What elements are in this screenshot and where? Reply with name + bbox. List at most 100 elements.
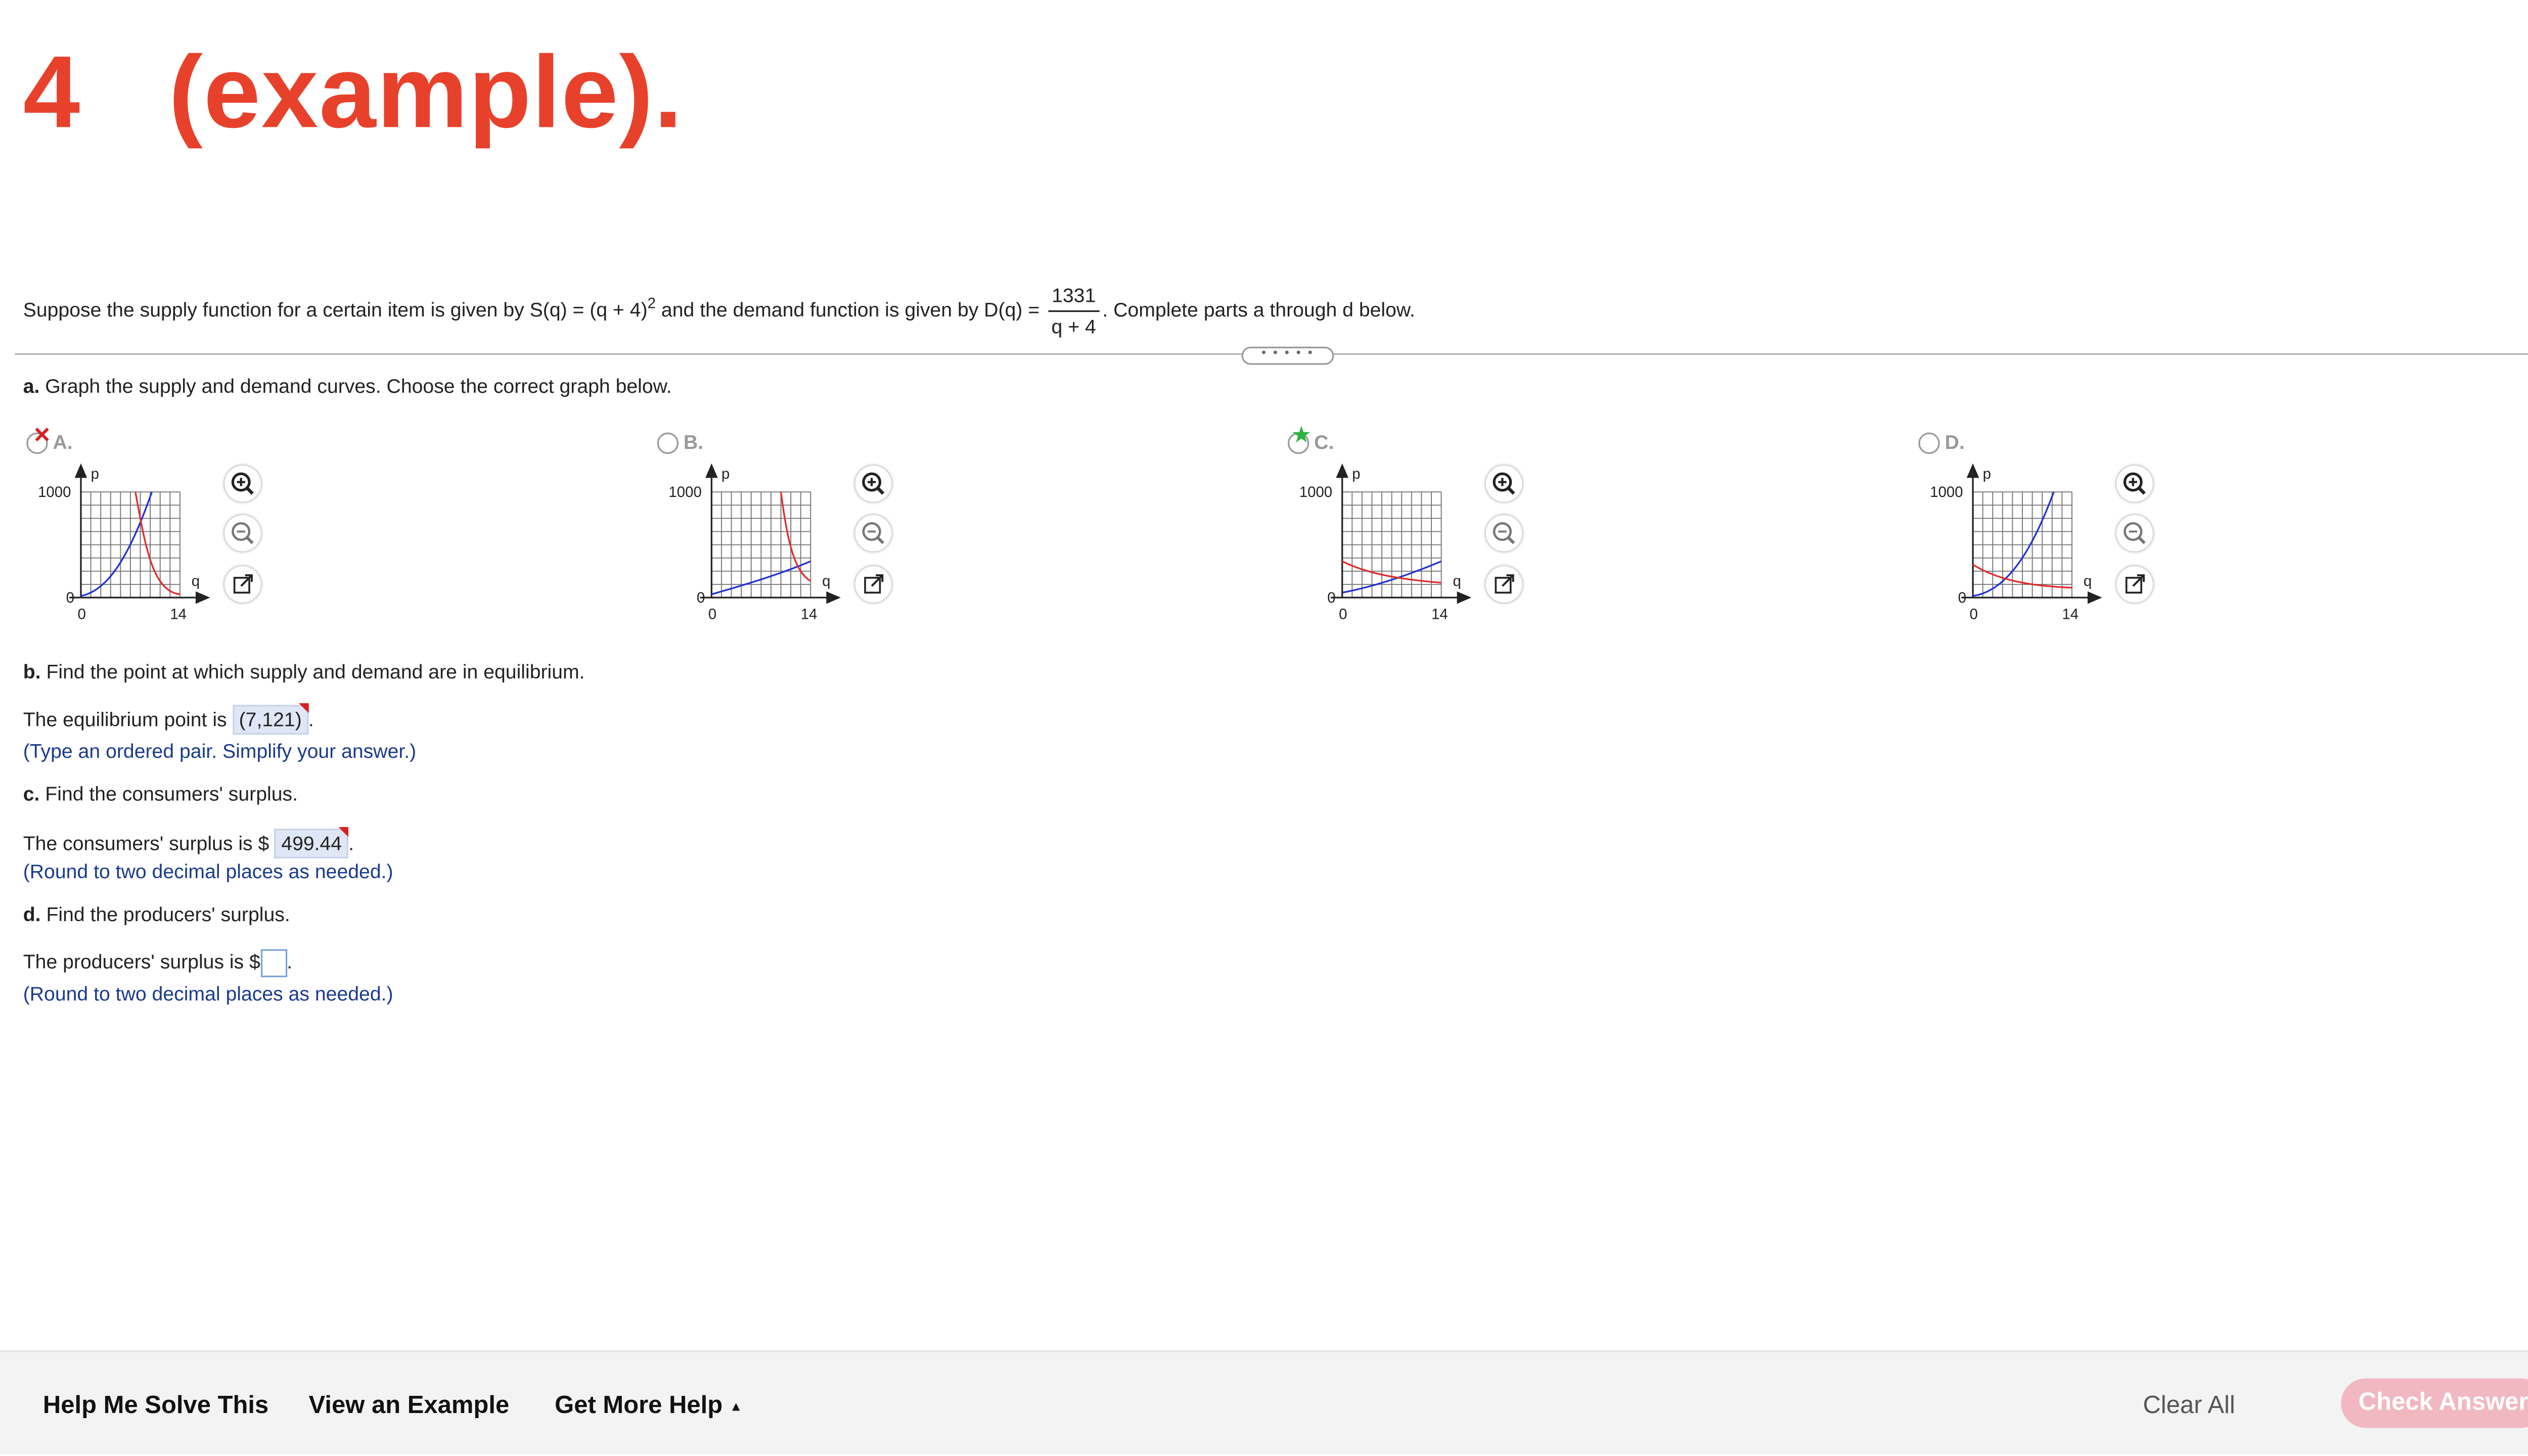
part-d-answer-suffix: . <box>287 950 293 974</box>
p-axis-label: p <box>721 466 730 482</box>
clear-all-button[interactable]: Clear All <box>2143 1392 2235 1420</box>
zoom-out-icon <box>2124 522 2146 544</box>
y-axis-zero-label: 0 <box>1327 589 1335 606</box>
part-b-label: b. <box>23 660 41 684</box>
consumers-surplus-answer-field[interactable]: 499.44 <box>275 827 349 858</box>
y-axis-zero-label: 0 <box>1958 589 1966 606</box>
popout-button[interactable] <box>855 566 892 603</box>
fraction-numerator: 1331 <box>1048 284 1099 312</box>
zoom-out-button[interactable] <box>855 515 892 552</box>
zoom-out-button[interactable] <box>224 515 261 552</box>
zoom-in-button[interactable] <box>1485 465 1522 502</box>
fraction-denominator: q + 4 <box>1051 315 1096 339</box>
graph-grid <box>711 491 811 598</box>
consumers-surplus-value: 499.44 <box>281 832 342 855</box>
get-more-help-button[interactable]: Get More Help ▲ <box>555 1392 743 1420</box>
y-axis-zero-label: 0 <box>697 589 705 606</box>
part-d-text: Find the producers' surplus. <box>40 903 290 926</box>
zoom-in-button[interactable] <box>224 465 261 502</box>
caret-up-icon: ▲ <box>729 1399 743 1414</box>
incorrect-flag-icon <box>298 703 308 713</box>
part-d-answer-prefix: The producers' surplus is $ <box>23 950 260 974</box>
option-c-graph: 1000 0 0 14 p q <box>1299 463 1472 622</box>
popout-icon <box>2125 574 2145 594</box>
part-b-prompt: b. Find the point at which supply and de… <box>23 660 585 684</box>
zoom-out-button[interactable] <box>2116 515 2153 552</box>
part-b-answer-prefix: The equilibrium point is <box>23 708 233 732</box>
part-d-hint: (Round to two decimal places as needed.) <box>23 982 393 1006</box>
popout-button[interactable] <box>2116 566 2153 603</box>
radio-icon[interactable] <box>1918 432 1940 454</box>
popout-icon <box>1495 574 1514 594</box>
option-letter: A. <box>53 431 73 454</box>
incorrect-flag-icon <box>338 827 349 837</box>
y-axis-zero-label: 0 <box>66 589 74 606</box>
option-letter: B. <box>683 431 704 454</box>
x-axis-max-label: 14 <box>1431 606 1448 622</box>
y-axis-max-label: 1000 <box>38 484 71 500</box>
get-more-help-label: Get More Help <box>555 1391 723 1420</box>
y-axis-max-label: 1000 <box>1930 484 1963 500</box>
part-c-text: Find the consumers' surplus. <box>39 782 298 806</box>
part-a-label: a. <box>23 375 40 398</box>
q-axis-label: q <box>822 573 830 589</box>
graph-axes <box>69 463 210 604</box>
check-answer-button[interactable]: Check Answer <box>2341 1378 2528 1428</box>
view-example-button[interactable]: View an Example <box>309 1392 510 1420</box>
option-d[interactable]: D. 1000 0 0 14 p q <box>1918 426 2414 632</box>
x-axis-zero-label: 0 <box>1970 606 1978 622</box>
part-c-answer-prefix: The consumers' surplus is $ <box>23 832 275 855</box>
y-axis-max-label: 1000 <box>668 484 701 500</box>
popout-icon <box>864 574 884 594</box>
part-b-answer-suffix: . <box>308 708 314 732</box>
x-axis-zero-label: 0 <box>77 606 85 622</box>
part-d-label: d. <box>23 903 41 926</box>
option-letter: D. <box>1945 431 1965 454</box>
zoom-in-button[interactable] <box>2116 465 2153 502</box>
option-letter: C. <box>1314 431 1334 454</box>
equilibrium-answer-field[interactable]: (7,121) <box>232 703 308 735</box>
x-axis-max-label: 14 <box>170 606 187 622</box>
part-b-answer-line: The equilibrium point is (7,121). <box>23 703 314 735</box>
option-a-graph: 1000 0 0 14 p q <box>38 463 210 622</box>
demand-fraction: 1331 q + 4 <box>1048 284 1099 339</box>
divider-handle[interactable]: • • • • • <box>1241 346 1334 365</box>
part-c-label: c. <box>23 782 40 806</box>
q-axis-label: q <box>1453 573 1461 589</box>
y-axis-max-label: 1000 <box>1299 484 1332 500</box>
zoom-in-icon <box>862 472 885 495</box>
equilibrium-answer-value: (7,121) <box>239 708 302 732</box>
zoom-in-button[interactable] <box>855 465 892 502</box>
option-a[interactable]: ✕ A. 1000 0 0 14 p q <box>26 422 522 632</box>
p-axis-label: p <box>91 466 99 482</box>
radio-icon[interactable] <box>657 432 679 454</box>
popout-button[interactable] <box>224 566 261 603</box>
part-c-answer-suffix: . <box>348 832 354 855</box>
option-c[interactable]: ★ C. 1000 0 0 14 p q <box>1287 421 1783 632</box>
x-axis-zero-label: 0 <box>1339 606 1347 622</box>
zoom-out-button[interactable] <box>1485 515 1522 552</box>
x-axis-max-label: 14 <box>801 606 818 622</box>
problem-exponent: 2 <box>647 295 656 312</box>
producers-surplus-input[interactable] <box>260 949 287 978</box>
part-a-prompt: a. Graph the supply and demand curves. C… <box>23 375 672 398</box>
part-c-answer-line: The consumers' surplus is $ 499.44. <box>23 827 354 858</box>
zoom-out-icon <box>1493 522 1515 544</box>
part-d-answer-line: The producers' surplus is $. <box>23 949 292 978</box>
correct-star-icon: ★ <box>1291 421 1312 447</box>
q-axis-label: q <box>2084 573 2092 589</box>
help-me-solve-button[interactable]: Help Me Solve This <box>43 1392 268 1420</box>
popout-button[interactable] <box>1485 566 1522 603</box>
zoom-out-icon <box>862 522 885 544</box>
part-b-text: Find the point at which supply and deman… <box>40 660 585 684</box>
part-d-prompt: d. Find the producers' surplus. <box>23 903 290 926</box>
footer-bar: Help Me Solve This View an Example Get M… <box>0 1350 2528 1454</box>
page-title: 4 (example). <box>23 36 684 151</box>
zoom-in-icon <box>1493 472 1515 495</box>
incorrect-x-icon: ✕ <box>33 422 51 447</box>
option-b[interactable]: B. 1000 0 0 14 p q <box>657 426 1153 632</box>
p-axis-label: p <box>1352 466 1360 482</box>
problem-text-before: Suppose the supply function for a certai… <box>23 298 648 322</box>
part-c-prompt: c. Find the consumers' surplus. <box>23 783 298 806</box>
zoom-in-icon <box>231 472 254 495</box>
